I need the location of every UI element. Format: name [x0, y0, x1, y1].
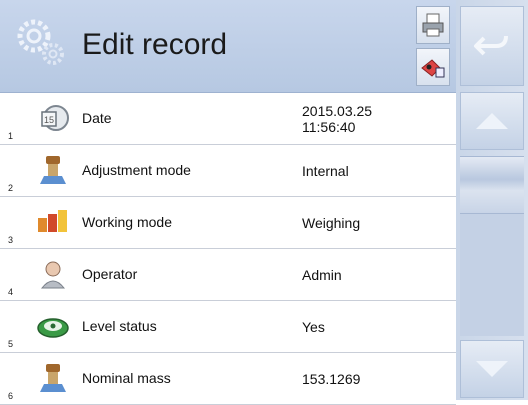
scroll-up-button[interactable]	[460, 92, 524, 150]
record-list: 1 15 Date 2015.03.25 11:56:40 2 Adjustme…	[0, 93, 456, 405]
row-number: 3	[8, 235, 14, 245]
print-button[interactable]	[416, 6, 450, 44]
row-label: Adjustment mode	[82, 162, 191, 178]
gears-icon	[17, 19, 64, 65]
back-button[interactable]	[460, 6, 524, 86]
row-value: 153.1269	[302, 370, 361, 387]
header-bar: Edit record	[0, 0, 456, 93]
working-mode-icon	[38, 210, 67, 232]
level-icon	[37, 318, 69, 338]
scroll-down-button[interactable]	[460, 340, 524, 398]
print-icon	[422, 13, 444, 37]
row-number: 5	[8, 339, 14, 349]
record-row-nominal-mass[interactable]: 6 Nominal mass 153.1269	[0, 353, 456, 405]
row-value: 2015.03.25 11:56:40	[302, 102, 373, 135]
operator-icon	[40, 261, 66, 289]
weight-adjust-icon	[40, 156, 66, 184]
record-row-working-mode[interactable]: 3 Working mode Weighing	[0, 197, 456, 249]
row-value: Yes	[302, 318, 325, 335]
row-value: Admin	[302, 266, 342, 283]
row-number: 1	[8, 131, 14, 141]
export-button[interactable]	[416, 48, 450, 86]
row-number: 2	[8, 183, 14, 193]
row-label: Date	[82, 110, 112, 126]
record-row-level-status[interactable]: 5 Level status Yes	[0, 301, 456, 353]
row-label: Level status	[82, 318, 157, 334]
row-label: Working mode	[82, 214, 173, 230]
row-value: Internal	[302, 162, 349, 179]
page-title: Edit record	[82, 28, 228, 61]
export-icon	[421, 59, 445, 78]
row-label: Operator	[82, 266, 138, 282]
row-value: Weighing	[302, 214, 361, 231]
calendar-clock-icon: 15	[41, 105, 69, 131]
navigation-panel	[456, 0, 528, 400]
scrollbar-thumb[interactable]	[460, 156, 524, 214]
record-row-adjustment-mode[interactable]: 2 Adjustment mode Internal	[0, 145, 456, 197]
back-arrow-icon	[474, 35, 508, 56]
scroll-down-icon	[476, 361, 508, 377]
record-row-date[interactable]: 1 15 Date 2015.03.25 11:56:40	[0, 93, 456, 145]
scroll-up-icon	[476, 113, 508, 129]
record-row-operator[interactable]: 4 Operator Admin	[0, 249, 456, 301]
row-number: 4	[8, 287, 14, 297]
row-label: Nominal mass	[82, 370, 171, 386]
nominal-mass-icon	[40, 364, 66, 392]
scrollbar-track[interactable]	[460, 156, 524, 336]
svg-text:15: 15	[44, 115, 54, 125]
